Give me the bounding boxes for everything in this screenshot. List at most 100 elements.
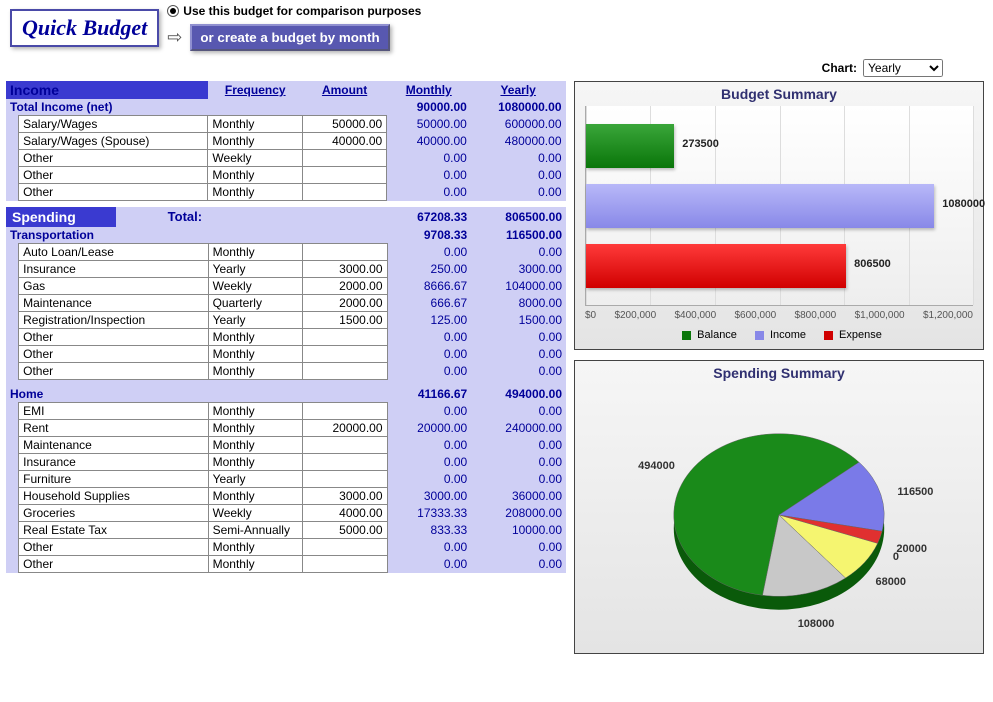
bar-expense	[586, 244, 846, 288]
row-label[interactable]: Groceries	[19, 504, 208, 521]
frequency-cell[interactable]: Monthly	[208, 487, 303, 504]
chart-select[interactable]: Yearly	[863, 59, 943, 77]
row-label[interactable]: Auto Loan/Lease	[19, 244, 208, 261]
row-label[interactable]: Insurance	[19, 261, 208, 278]
col-frequency: Frequency	[208, 81, 303, 99]
frequency-cell[interactable]: Semi-Annually	[208, 521, 303, 538]
create-budget-button[interactable]: or create a budget by month	[190, 24, 389, 51]
monthly-cell: 0.00	[387, 150, 471, 167]
row-label[interactable]: Registration/Inspection	[19, 312, 208, 329]
frequency-cell[interactable]: Monthly	[208, 538, 303, 555]
amount-cell[interactable]: 3000.00	[303, 261, 387, 278]
amount-cell[interactable]	[303, 150, 387, 167]
row-label[interactable]: Other	[19, 363, 208, 380]
amount-cell[interactable]	[303, 167, 387, 184]
amount-cell[interactable]: 20000.00	[303, 419, 387, 436]
row-label[interactable]: Other	[19, 167, 208, 184]
amount-cell[interactable]	[303, 244, 387, 261]
amount-cell[interactable]: 3000.00	[303, 487, 387, 504]
amount-cell[interactable]	[303, 453, 387, 470]
bar-balance	[586, 124, 674, 168]
frequency-cell[interactable]: Monthly	[208, 363, 303, 380]
frequency-cell[interactable]: Quarterly	[208, 295, 303, 312]
row-label[interactable]: Gas	[19, 278, 208, 295]
income-total-monthly: 90000.00	[387, 99, 471, 116]
amount-cell[interactable]: 2000.00	[303, 278, 387, 295]
frequency-cell[interactable]: Monthly	[208, 184, 303, 201]
row-label[interactable]: Other	[19, 184, 208, 201]
yearly-cell: 208000.00	[471, 504, 566, 521]
frequency-cell[interactable]: Monthly	[208, 329, 303, 346]
table-row: InsuranceMonthly0.000.00	[6, 453, 566, 470]
legend-item: Income	[749, 329, 806, 341]
row-label[interactable]: Insurance	[19, 453, 208, 470]
frequency-cell[interactable]: Yearly	[208, 261, 303, 278]
frequency-cell[interactable]: Monthly	[208, 116, 303, 133]
row-label[interactable]: Salary/Wages	[19, 116, 208, 133]
axis-tick: $400,000	[674, 310, 716, 321]
amount-cell[interactable]	[303, 346, 387, 363]
frequency-cell[interactable]: Monthly	[208, 244, 303, 261]
amount-cell[interactable]: 2000.00	[303, 295, 387, 312]
frequency-cell[interactable]: Monthly	[208, 346, 303, 363]
comparison-radio[interactable]: Use this budget for comparison purposes	[167, 4, 421, 18]
row-label[interactable]: Maintenance	[19, 295, 208, 312]
row-label[interactable]: Other	[19, 555, 208, 572]
row-label[interactable]: Maintenance	[19, 436, 208, 453]
monthly-cell: 0.00	[387, 402, 471, 419]
frequency-cell[interactable]: Monthly	[208, 436, 303, 453]
table-row: Registration/InspectionYearly1500.00125.…	[6, 312, 566, 329]
monthly-cell: 0.00	[387, 453, 471, 470]
row-label[interactable]: Household Supplies	[19, 487, 208, 504]
row-label[interactable]: Other	[19, 346, 208, 363]
frequency-cell[interactable]: Monthly	[208, 555, 303, 572]
amount-cell[interactable]: 5000.00	[303, 521, 387, 538]
frequency-cell[interactable]: Yearly	[208, 312, 303, 329]
frequency-cell[interactable]: Weekly	[208, 150, 303, 167]
quick-budget-button[interactable]: Quick Budget	[10, 9, 159, 47]
chart-title: Budget Summary	[579, 86, 979, 102]
amount-cell[interactable]	[303, 538, 387, 555]
amount-cell[interactable]	[303, 555, 387, 572]
row-label[interactable]: EMI	[19, 402, 208, 419]
frequency-cell[interactable]: Weekly	[208, 504, 303, 521]
amount-cell[interactable]	[303, 470, 387, 487]
yearly-cell: 0.00	[471, 470, 566, 487]
yearly-cell: 600000.00	[471, 116, 566, 133]
spending-panel: Spending Total: 67208.33 806500.00 Trans…	[6, 207, 566, 573]
amount-cell[interactable]	[303, 329, 387, 346]
amount-cell[interactable]: 4000.00	[303, 504, 387, 521]
amount-cell[interactable]	[303, 363, 387, 380]
income-total-label: Total Income (net)	[6, 99, 208, 116]
amount-cell[interactable]	[303, 436, 387, 453]
frequency-cell[interactable]: Monthly	[208, 167, 303, 184]
amount-cell[interactable]: 50000.00	[303, 116, 387, 133]
frequency-cell[interactable]: Yearly	[208, 470, 303, 487]
yearly-cell: 0.00	[471, 329, 566, 346]
table-row: OtherMonthly0.000.00	[6, 346, 566, 363]
row-label[interactable]: Real Estate Tax	[19, 521, 208, 538]
frequency-cell[interactable]: Monthly	[208, 133, 303, 150]
yearly-cell: 1500.00	[471, 312, 566, 329]
amount-cell[interactable]: 40000.00	[303, 133, 387, 150]
row-label[interactable]: Other	[19, 150, 208, 167]
amount-cell[interactable]	[303, 402, 387, 419]
row-label[interactable]: Rent	[19, 419, 208, 436]
amount-cell[interactable]: 1500.00	[303, 312, 387, 329]
row-label[interactable]: Salary/Wages (Spouse)	[19, 133, 208, 150]
yearly-cell: 0.00	[471, 363, 566, 380]
table-row: InsuranceYearly3000.00250.003000.00	[6, 261, 566, 278]
row-label[interactable]: Other	[19, 329, 208, 346]
row-label[interactable]: Other	[19, 538, 208, 555]
frequency-cell[interactable]: Weekly	[208, 278, 303, 295]
yearly-cell: 104000.00	[471, 278, 566, 295]
monthly-cell: 0.00	[387, 184, 471, 201]
frequency-cell[interactable]: Monthly	[208, 419, 303, 436]
frequency-cell[interactable]: Monthly	[208, 453, 303, 470]
amount-cell[interactable]	[303, 184, 387, 201]
frequency-cell[interactable]: Monthly	[208, 402, 303, 419]
yearly-cell: 240000.00	[471, 419, 566, 436]
row-label[interactable]: Furniture	[19, 470, 208, 487]
table-row: GroceriesWeekly4000.0017333.33208000.00	[6, 504, 566, 521]
legend-item: Balance	[676, 329, 737, 341]
